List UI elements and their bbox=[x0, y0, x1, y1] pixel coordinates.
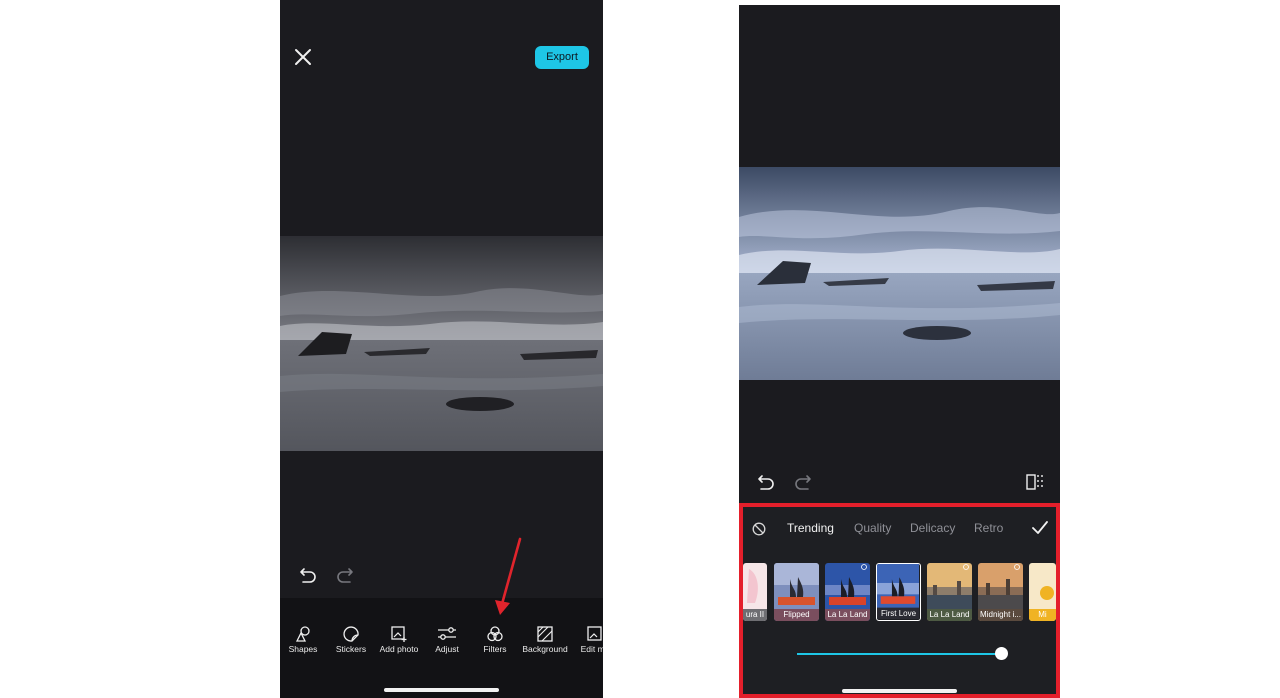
intensity-slider-track[interactable] bbox=[797, 653, 1001, 655]
tool-label: Stickers bbox=[335, 644, 367, 654]
redo-button[interactable] bbox=[336, 567, 354, 583]
tool-filters[interactable]: Filters bbox=[469, 626, 521, 654]
home-indicator bbox=[842, 689, 957, 693]
seascape-photo bbox=[280, 236, 603, 451]
filter-tabs: Trending Quality Delicacy Retro bbox=[743, 521, 1056, 541]
photo-canvas[interactable] bbox=[280, 236, 603, 451]
tool-label: Filters bbox=[483, 644, 507, 654]
filtered-seascape-photo bbox=[739, 167, 1060, 380]
bottom-toolbar: Shapes Stickers Add photo Adjust Filters… bbox=[280, 598, 603, 698]
tool-label: Shapes bbox=[288, 644, 318, 654]
undo-button[interactable] bbox=[299, 567, 317, 583]
editor-screen: Export Shapes Stickers Add photo Adjust … bbox=[280, 0, 603, 698]
tool-adjust[interactable]: Adjust bbox=[421, 626, 473, 654]
filter-panel: Trending Quality Delicacy Retro ura II F… bbox=[739, 503, 1060, 698]
stickers-icon bbox=[343, 626, 359, 642]
filter-screen: Trending Quality Delicacy Retro ura II F… bbox=[739, 5, 1060, 698]
compare-button[interactable] bbox=[1026, 473, 1044, 491]
add-photo-icon bbox=[391, 626, 407, 642]
tool-label: Edit mo bbox=[580, 644, 603, 654]
filter-thumb[interactable]: Midnight i... bbox=[978, 563, 1023, 621]
redo-icon bbox=[795, 475, 811, 490]
close-icon bbox=[295, 49, 311, 65]
filter-thumb[interactable]: Mi bbox=[1029, 563, 1056, 621]
tab-quality[interactable]: Quality bbox=[854, 521, 891, 535]
export-button[interactable]: Export bbox=[535, 46, 589, 69]
filters-icon bbox=[487, 626, 503, 642]
adjust-icon bbox=[438, 627, 456, 640]
close-button[interactable] bbox=[294, 48, 312, 66]
filter-thumb[interactable]: La La Land bbox=[825, 563, 870, 621]
tool-shapes[interactable]: Shapes bbox=[280, 626, 329, 654]
tab-delicacy[interactable]: Delicacy bbox=[910, 521, 955, 535]
tool-label: Add photo bbox=[379, 644, 419, 654]
tool-add-photo[interactable]: Add photo bbox=[373, 626, 425, 654]
tool-edit-more[interactable]: Edit mo bbox=[569, 626, 603, 654]
undo-icon bbox=[300, 568, 316, 583]
background-icon bbox=[537, 626, 553, 642]
photo-canvas[interactable] bbox=[739, 167, 1060, 380]
intensity-slider-handle[interactable] bbox=[995, 647, 1008, 660]
tool-label: Background bbox=[522, 644, 568, 654]
undo-icon bbox=[758, 475, 774, 490]
filter-thumb-selected[interactable]: First Love bbox=[876, 563, 921, 621]
tool-stickers[interactable]: Stickers bbox=[325, 626, 377, 654]
filter-name: First Love bbox=[880, 609, 917, 618]
tool-background[interactable]: Background bbox=[519, 626, 571, 654]
redo-icon bbox=[337, 568, 353, 583]
filter-name: Midnight i... bbox=[980, 610, 1021, 619]
filter-name: La La Land bbox=[929, 610, 970, 619]
filter-name: Mi bbox=[1038, 610, 1047, 619]
filter-thumb[interactable]: Flipped bbox=[774, 563, 819, 621]
filter-thumb[interactable]: ura II bbox=[743, 563, 767, 621]
tool-label: Adjust bbox=[435, 644, 459, 654]
redo-button[interactable] bbox=[794, 474, 812, 490]
filter-name: Flipped bbox=[783, 610, 810, 619]
checkmark-icon bbox=[1032, 521, 1048, 534]
tab-retro[interactable]: Retro bbox=[974, 521, 1003, 535]
filter-thumb[interactable]: La La Land bbox=[927, 563, 972, 621]
home-indicator bbox=[384, 688, 499, 692]
filter-name: La La Land bbox=[827, 610, 868, 619]
tab-trending[interactable]: Trending bbox=[787, 521, 834, 535]
edit-more-icon bbox=[587, 626, 602, 641]
filter-name: ura II bbox=[745, 610, 765, 619]
compare-icon bbox=[1026, 474, 1043, 490]
undo-button[interactable] bbox=[757, 474, 775, 490]
shapes-icon bbox=[295, 626, 310, 642]
annotation-arrow bbox=[495, 537, 522, 615]
apply-button[interactable] bbox=[1032, 521, 1048, 535]
